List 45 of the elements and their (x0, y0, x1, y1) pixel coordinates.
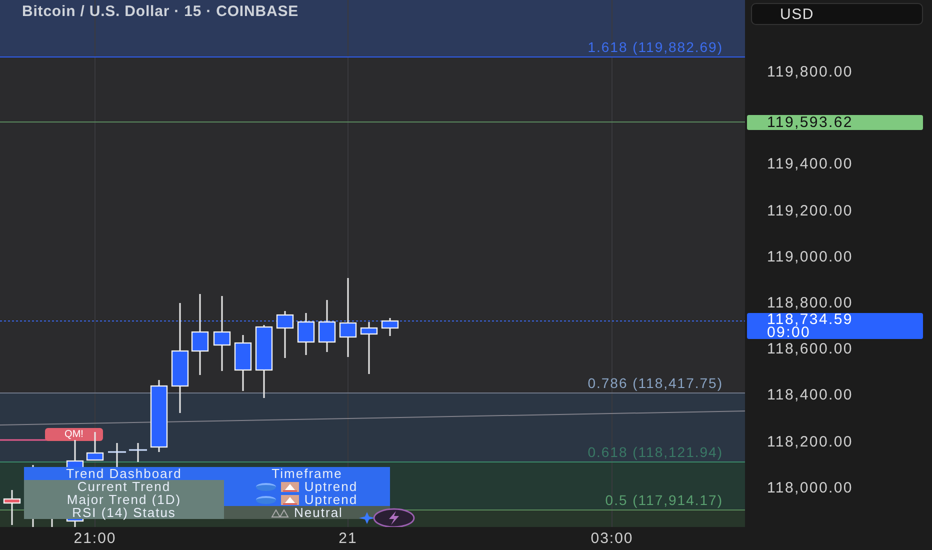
price-tick-label: 118,000.00 (767, 479, 853, 496)
candlestick (318, 300, 336, 352)
trend-status-text: Uptrend (304, 480, 358, 493)
chart-title: Bitcoin / U.S. Dollar · 15 · COINBASE (22, 3, 299, 20)
currency-button[interactable]: USD (751, 3, 923, 25)
candlestick (3, 490, 21, 525)
fibonacci-level-label: 0.786 (118,417.75) (588, 375, 723, 391)
time-tick-label: 03:00 (590, 530, 634, 547)
time-tick-label: 21 (338, 530, 358, 547)
current-price-tag: 118,734.59 09:00 (747, 313, 923, 339)
price-tick-label: 118,400.00 (767, 386, 853, 404)
price-tick-label: 118,600.00 (767, 340, 853, 358)
price-tick-label: 118,200.00 (767, 433, 853, 450)
trend-status-text: Uptrend (304, 493, 358, 506)
fibonacci-level-label: 0.618 (118,121.94) (588, 444, 723, 460)
candlestick (276, 311, 294, 358)
price-tick-label: 119,000.00 (767, 248, 853, 266)
candlestick (234, 335, 252, 391)
candlestick (381, 318, 399, 336)
lightning-badge-icon (372, 508, 416, 527)
fibonacci-level-label: 1.618 (119,882.69) (588, 39, 723, 55)
table-cell: RSI (14) Status (24, 506, 224, 519)
time-tick-label: 21:00 (74, 530, 116, 547)
chart-marker-label: QM! (45, 428, 103, 441)
table-cell: Major Trend (1D) (24, 493, 224, 506)
candlestick (129, 443, 147, 462)
candlestick (108, 443, 126, 470)
price-tick-label: 119,200.00 (767, 202, 853, 220)
table-header-cell: Trend Dashboard (24, 467, 224, 480)
candlestick (360, 322, 378, 374)
trend-status-text: Neutral (294, 506, 343, 519)
price-tick-label: 119,800.00 (767, 64, 853, 80)
price-tick-label: 119,400.00 (767, 156, 853, 173)
price-tick-label: 118,800.00 (767, 294, 853, 312)
oval-icon (256, 482, 276, 490)
candlestick (150, 380, 168, 452)
candlestick (86, 432, 104, 461)
triangles-icon (271, 508, 290, 518)
fibonacci-level-label: 0.5 (117,914.17) (605, 492, 723, 508)
price-tag: 119,593.62 (747, 115, 923, 130)
star-icon (359, 512, 375, 524)
table-header-cell: Timeframe (224, 467, 390, 480)
candlestick (297, 313, 315, 355)
table-cell: Current Trend (24, 480, 224, 493)
oval-icon (256, 496, 276, 504)
